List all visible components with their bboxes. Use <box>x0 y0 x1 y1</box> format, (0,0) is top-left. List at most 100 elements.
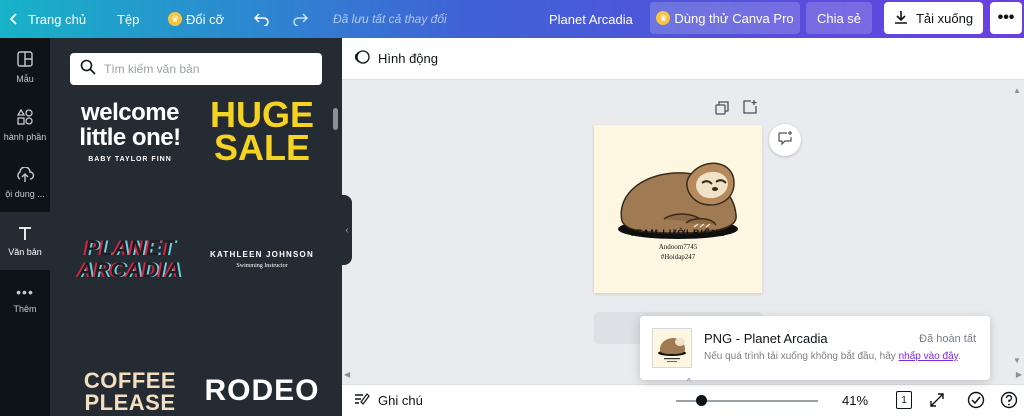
help-icon <box>1000 391 1018 412</box>
duplicate-page-button[interactable] <box>713 100 731 120</box>
undo-button[interactable] <box>254 0 270 38</box>
redo-button[interactable] <box>292 0 308 38</box>
expand-icon <box>929 393 945 411</box>
download-toast: PNG - Planet Arcadia Đã hoàn tất Nếu quá… <box>640 316 990 380</box>
page-count: 1 <box>901 394 907 406</box>
upload-cloud-icon <box>15 166 35 185</box>
toast-separator: - <box>732 331 744 346</box>
animate-icon <box>354 49 370 68</box>
comment-add-icon <box>777 130 793 151</box>
rail-item-more[interactable]: ••• Thêm <box>0 270 50 328</box>
template-welcome[interactable]: welcome little one! BABY TAYLOR FINN <box>70 100 190 166</box>
download-label: Tải xuống <box>915 10 974 26</box>
template-subtext: BABY TAYLOR FINN <box>88 156 172 163</box>
check-button[interactable] <box>967 391 985 412</box>
retry-download-link[interactable]: nhấp vào đây <box>899 351 958 362</box>
more-options-button[interactable]: ••• <box>990 2 1022 34</box>
rail-item-label: Văn bản <box>8 247 42 257</box>
add-comment-button[interactable] <box>769 124 801 156</box>
home-label: Trang chủ <box>28 11 87 27</box>
help-button[interactable] <box>1000 391 1018 412</box>
rail-item-uploads[interactable]: ội dung ... <box>0 154 50 212</box>
toast-message: Nếu quá trình tải xuống không bắt đầu, h… <box>704 351 961 362</box>
left-rail: Mẫu hành phần ội dung ... Văn bản ••• Th… <box>0 38 50 416</box>
template-huge-sale[interactable]: HUGE SALE <box>202 97 322 168</box>
toast-message-text: Nếu quá trình tải xuống không bắt đầu, h… <box>704 351 899 362</box>
template-text: KATHLEEN JOHNSON <box>210 250 314 259</box>
rail-item-label: Mẫu <box>16 74 34 84</box>
redo-icon <box>292 12 308 26</box>
home-link[interactable]: Trang chủ <box>10 0 86 38</box>
download-thumbnail <box>652 328 692 368</box>
sloth-thumbnail-icon <box>658 338 686 362</box>
panel-collapse-handle[interactable]: ‹ <box>342 195 352 265</box>
rail-item-templates[interactable]: Mẫu <box>0 38 50 96</box>
template-subtext: Swimming Instructor <box>236 263 288 269</box>
scroll-right-icon: ▶ <box>1015 370 1022 379</box>
add-page-button[interactable] <box>741 99 759 118</box>
rail-item-text[interactable]: Văn bản <box>0 212 50 270</box>
notes-button[interactable]: Ghi chú <box>354 385 423 416</box>
toast-message-end: . <box>957 351 961 362</box>
save-status: Đã lưu tất cả thay đổi <box>333 0 447 38</box>
design-page[interactable]: TEAM LƯỜI BIẾNG Andoom7745 #Hoidap247 <box>594 125 762 293</box>
rail-item-label: ội dung ... <box>5 189 45 199</box>
template-kathleen[interactable]: KATHLEEN JOHNSON Swimming Instructor <box>200 250 324 269</box>
template-text: RODEO <box>204 374 320 407</box>
try-pro-label: Dùng thử Canva Pro <box>674 10 794 26</box>
save-status-text: Đã lưu tất cả thay đổi <box>333 12 447 26</box>
rail-item-label: hành phần <box>3 132 47 142</box>
top-bar: Trang chủ Tệp ♛ Đổi cỡ Đã lưu tất cả tha… <box>0 0 1024 38</box>
zoom-slider-thumb[interactable] <box>696 395 708 406</box>
template-text: ARCADIA <box>78 259 182 282</box>
search-box[interactable] <box>70 53 322 85</box>
zoom-percent[interactable]: 41% <box>842 385 868 416</box>
notes-label: Ghi chú <box>378 393 423 408</box>
crown-icon: ♛ <box>168 12 182 26</box>
template-text: SALE <box>213 127 310 168</box>
resize-button[interactable]: ♛ Đổi cỡ <box>168 0 224 38</box>
panel-scrollbar[interactable] <box>333 108 338 130</box>
crown-icon: ♛ <box>656 11 671 25</box>
file-menu-label: Tệp <box>117 11 140 27</box>
check-circle-icon <box>967 391 985 412</box>
more-horizontal-icon: ••• <box>997 9 1015 26</box>
toast-collapse-icon[interactable]: ^ <box>687 377 691 386</box>
undo-icon <box>254 12 270 26</box>
share-label: Chia sẻ <box>816 10 862 26</box>
template-coffee-please[interactable]: COFFEE PLEASE <box>70 370 190 414</box>
template-text: little one! <box>79 124 181 151</box>
scroll-up-icon[interactable]: ▲ <box>1013 86 1021 95</box>
template-rodeo[interactable]: RODEO <box>202 374 322 408</box>
elements-icon <box>16 108 34 128</box>
fullscreen-button[interactable] <box>929 392 945 411</box>
search-input[interactable] <box>104 62 314 76</box>
more-dots-icon: ••• <box>16 284 34 300</box>
toast-title: PNG - Planet Arcadia <box>704 331 828 346</box>
text-icon <box>17 225 33 243</box>
try-pro-button[interactable]: ♛ Dùng thử Canva Pro <box>650 2 800 34</box>
page-count-button[interactable]: 1 <box>896 391 912 409</box>
notes-icon <box>354 392 370 409</box>
file-menu[interactable]: Tệp <box>117 0 139 38</box>
template-text: welcome <box>81 99 179 126</box>
rail-item-label: Thêm <box>13 304 37 314</box>
animate-bar: Hình động <box>342 38 1024 80</box>
design-title[interactable]: Planet Arcadia <box>549 0 633 38</box>
animate-label: Hình động <box>378 51 438 66</box>
scroll-down-icon[interactable]: ▼ <box>1013 356 1021 365</box>
share-button[interactable]: Chia sẻ <box>806 2 872 34</box>
duplicate-icon <box>715 100 729 120</box>
download-button[interactable]: Tải xuống <box>884 2 983 34</box>
template-planet-arcadia[interactable]: PLANET ARCADIA <box>70 238 190 282</box>
animate-button[interactable]: Hình động <box>354 49 438 68</box>
template-text: COFFEE <box>83 368 177 393</box>
template-text: PLANET <box>85 237 175 260</box>
scroll-left-icon: ◀ <box>344 370 351 379</box>
design-text-line2: #Hoidap247 <box>660 253 696 261</box>
design-title-text: Planet Arcadia <box>549 11 633 27</box>
rail-item-elements[interactable]: hành phần <box>0 96 50 154</box>
download-icon <box>894 10 908 27</box>
search-icon <box>80 59 96 80</box>
chevron-left-icon <box>10 13 18 25</box>
